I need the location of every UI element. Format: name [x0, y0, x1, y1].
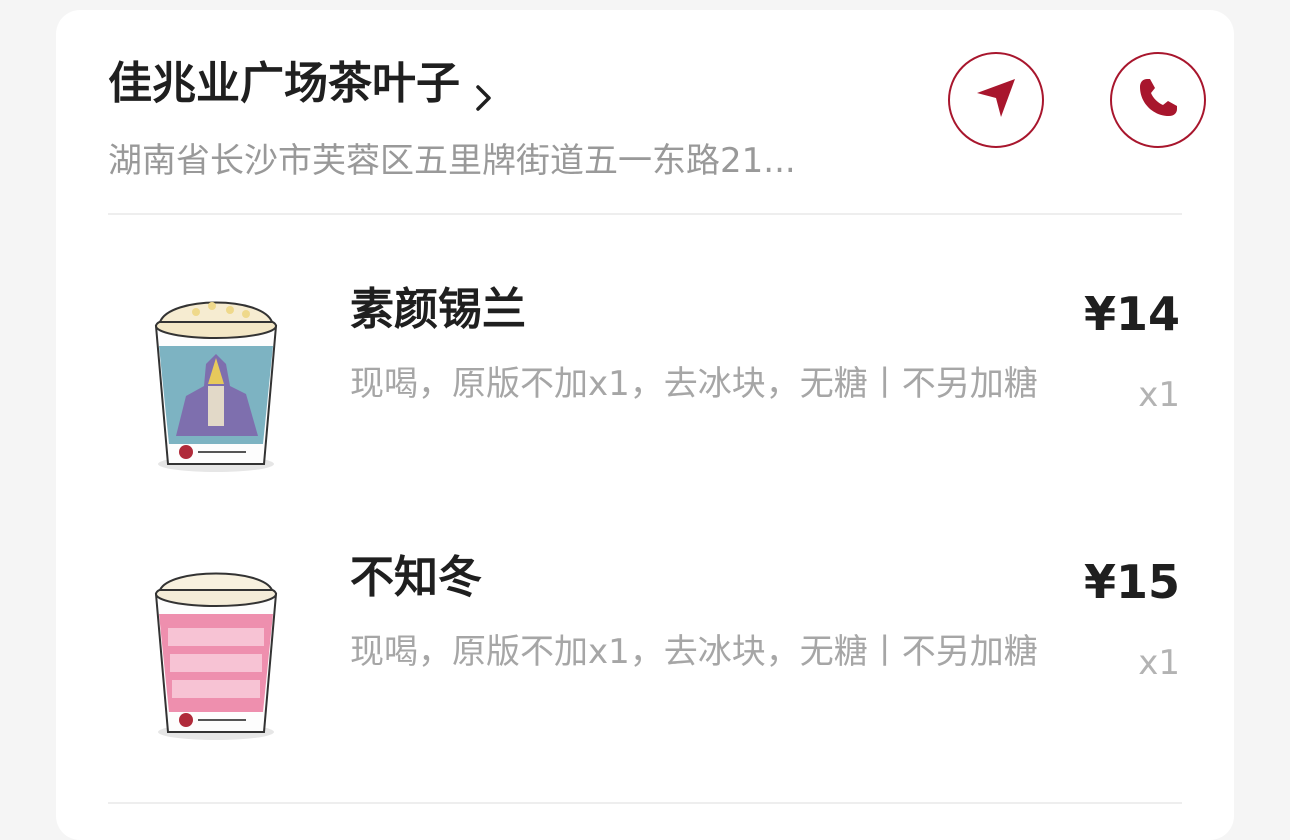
item-spec: 现喝，原版不加x1，去冰块，无糖丨不另加糖 [350, 632, 1038, 672]
call-button[interactable] [1110, 52, 1206, 148]
phone-icon [1133, 73, 1183, 127]
item-quantity: x1 [1138, 643, 1180, 683]
store-address: 湖南省长沙市芙蓉区五里牌街道五一东路21... [108, 141, 796, 181]
item-quantity: x1 [1138, 375, 1180, 415]
divider [108, 213, 1182, 215]
navigation-arrow-icon [971, 73, 1021, 127]
order-store-card: 佳兆业广场茶叶子 湖南省长沙市芙蓉区五里牌街道五一东路21... 素颜锡兰 现喝… [56, 10, 1234, 840]
item-name: 素颜锡兰 [350, 284, 526, 335]
navigate-button[interactable] [948, 52, 1044, 148]
item-price: ¥14 [1083, 287, 1180, 341]
store-name-link[interactable]: 佳兆业广场茶叶子 [108, 54, 494, 114]
store-name: 佳兆业广场茶叶子 [108, 58, 460, 109]
item-name: 不知冬 [350, 552, 482, 603]
item-price: ¥15 [1083, 555, 1180, 609]
product-image [146, 286, 286, 476]
chevron-right-icon [474, 69, 494, 111]
order-item[interactable]: 不知冬 现喝，原版不加x1，去冰块，无糖丨不另加糖 ¥15 x1 [56, 538, 1234, 798]
product-image [146, 554, 286, 744]
order-item[interactable]: 素颜锡兰 现喝，原版不加x1，去冰块，无糖丨不另加糖 ¥14 x1 [56, 270, 1234, 530]
divider [108, 802, 1182, 804]
item-spec: 现喝，原版不加x1，去冰块，无糖丨不另加糖 [350, 364, 1038, 404]
